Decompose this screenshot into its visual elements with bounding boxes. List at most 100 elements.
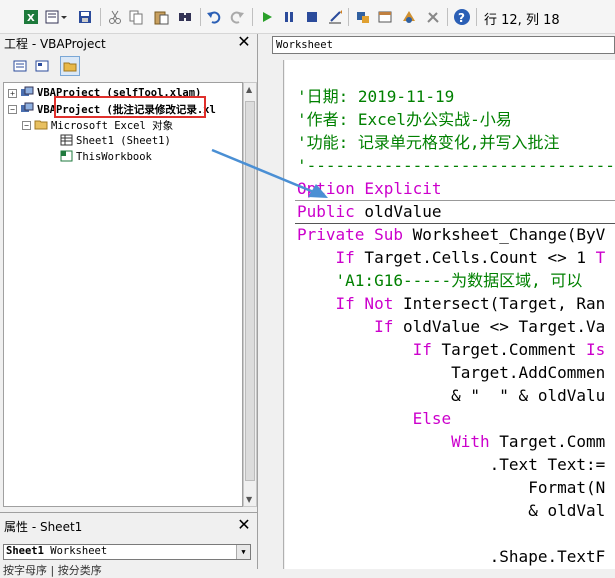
find-icon[interactable]: [176, 8, 194, 26]
workbook-icon: [60, 150, 73, 165]
cut-icon[interactable]: [106, 8, 124, 26]
vba-project-icon: [20, 102, 34, 117]
code-comment: '功能: 记录单元格变化,并写入批注: [297, 133, 560, 152]
undo-icon[interactable]: [205, 8, 223, 26]
tree-node-excel-objects[interactable]: − Microsoft Excel 对象: [22, 117, 173, 133]
code-line[interactable]: With Target.Comm: [297, 431, 605, 453]
code-editor[interactable]: '日期: 2019-11-19 '作者: Excel办公实战-小易 '功能: 记录单…: [285, 60, 615, 569]
toolbar-separator: [447, 8, 448, 26]
chevron-down-icon[interactable]: [60, 8, 68, 26]
code-keyword: T: [595, 248, 606, 267]
code-comment: 'A1:G16-----为数据区域, 可以: [297, 271, 583, 290]
code-text: oldValue: [354, 202, 442, 221]
tree-node-thisworkbook[interactable]: ThisWorkbook: [60, 149, 152, 165]
code-text: oldValue <> Target.Va: [393, 317, 606, 336]
code-line[interactable]: '---------------------------------------…: [297, 155, 615, 177]
cursor-position-status: 行 12, 列 18: [484, 13, 560, 28]
sheet1-highlight-annotation: [54, 96, 206, 118]
code-keyword: If: [297, 317, 394, 336]
tree-node-label: Microsoft Excel 对象: [51, 119, 174, 132]
code-line[interactable]: If Target.Cells.Count <> 1 T: [297, 247, 606, 269]
paste-icon[interactable]: [152, 8, 170, 26]
code-text: Target.Comm: [489, 432, 606, 451]
code-line[interactable]: '日期: 2019-11-19: [297, 86, 454, 108]
expander[interactable]: −: [8, 104, 17, 114]
code-text: & oldVal: [297, 501, 606, 520]
code-line[interactable]: Else: [297, 408, 452, 430]
project-explorer-icon[interactable]: [354, 8, 372, 26]
save-icon[interactable]: [76, 8, 94, 26]
code-line[interactable]: & " " & oldValu: [297, 385, 605, 407]
properties-icon[interactable]: [376, 8, 394, 26]
scroll-down-icon[interactable]: ▼: [246, 495, 252, 504]
expander[interactable]: −: [22, 120, 31, 130]
redo-icon[interactable]: [228, 8, 246, 26]
break-icon[interactable]: [280, 8, 298, 26]
code-text: .Text Text:=: [297, 455, 606, 474]
code-line[interactable]: If Not Intersect(Target, Ran: [297, 293, 606, 315]
code-keyword: Else: [297, 409, 452, 428]
project-toolbar: [6, 56, 246, 78]
code-text: Intersect(Target, Ran: [393, 294, 606, 313]
code-comment: '日期: 2019-11-19: [297, 87, 455, 106]
project-tree-scrollbar[interactable]: ▲ ▼: [243, 82, 257, 507]
copy-icon[interactable]: [127, 8, 145, 26]
code-comment: '---------------------------------------…: [297, 156, 615, 175]
code-keyword: Is: [585, 340, 606, 359]
toolbar-separator: [200, 8, 201, 26]
close-icon[interactable]: ✕: [236, 517, 252, 534]
toolbar-separator: [348, 8, 349, 26]
code-line[interactable]: '作者: Excel办公实战-小易: [297, 109, 512, 131]
code-keyword: Public: [297, 202, 355, 221]
code-comment: '作者: Excel办公实战-小易: [297, 110, 512, 129]
code-line[interactable]: Option Explicit: [297, 178, 442, 200]
scroll-up-icon[interactable]: ▲: [246, 85, 252, 94]
toolbar-separator: [476, 8, 477, 26]
code-text: Format(N: [297, 478, 606, 497]
code-line[interactable]: If Target.Comment Is: [297, 339, 606, 361]
folder-icon: [34, 118, 48, 133]
code-line[interactable]: Target.AddCommen: [297, 362, 605, 384]
close-icon[interactable]: ✕: [236, 34, 252, 51]
properties-tabs[interactable]: 按字母序 | 按分类序: [3, 562, 102, 578]
code-line[interactable]: .Shape.TextF: [297, 546, 606, 568]
code-keyword: Option Explicit: [297, 179, 442, 198]
worksheet-icon: [60, 134, 73, 149]
code-line[interactable]: If oldValue <> Target.Va: [297, 316, 605, 338]
object-name: Sheet1: [6, 545, 44, 557]
object-dropdown[interactable]: Worksheet: [272, 36, 615, 54]
excel-icon[interactable]: X: [22, 8, 40, 26]
toolbox-icon[interactable]: [424, 8, 442, 26]
project-pane-title: 工程 - VBAProject: [4, 37, 106, 51]
code-line[interactable]: Public oldValue: [297, 201, 442, 223]
code-keyword: If: [297, 248, 355, 267]
project-tree: + VBAProject (selfTool.xlam) − VBAProjec…: [3, 82, 243, 507]
run-icon[interactable]: [258, 8, 276, 26]
view-code-icon[interactable]: [10, 56, 30, 76]
view-object-icon[interactable]: [32, 56, 52, 76]
design-mode-icon[interactable]: [326, 8, 344, 26]
code-line[interactable]: & oldVal: [297, 500, 605, 522]
toggle-folders-icon[interactable]: [60, 56, 80, 76]
code-line[interactable]: Private Sub Worksheet_Change(ByV: [297, 224, 605, 246]
code-line[interactable]: .Text Text:=: [297, 454, 606, 476]
code-text: & " " & oldValu: [297, 386, 606, 405]
reset-icon[interactable]: [303, 8, 321, 26]
help-icon[interactable]: ?: [453, 8, 471, 26]
object-selector[interactable]: Sheet1 Worksheet ▼: [3, 544, 251, 560]
object-browser-icon[interactable]: [400, 8, 418, 26]
scrollbar-thumb[interactable]: [245, 101, 255, 481]
tree-node-sheet1[interactable]: Sheet1 (Sheet1): [60, 133, 171, 149]
code-line[interactable]: 'A1:G16-----为数据区域, 可以: [297, 270, 583, 292]
tree-node-label: Sheet1 (Sheet1): [76, 135, 171, 147]
code-line[interactable]: '功能: 记录单元格变化,并写入批注: [297, 132, 560, 154]
properties-pane-title: 属性 - Sheet1: [4, 520, 83, 534]
expander[interactable]: +: [8, 88, 17, 98]
code-keyword: If: [297, 340, 432, 359]
code-line[interactable]: Format(N: [297, 477, 605, 499]
code-margin[interactable]: [262, 60, 284, 569]
toolbar-separator: [100, 8, 101, 26]
chevron-down-icon[interactable]: ▼: [236, 545, 250, 559]
properties-pane: 属性 - Sheet1 ✕ Sheet1 Worksheet ▼ 按字母序 | …: [0, 512, 258, 577]
code-keyword: Private Sub: [297, 225, 403, 244]
